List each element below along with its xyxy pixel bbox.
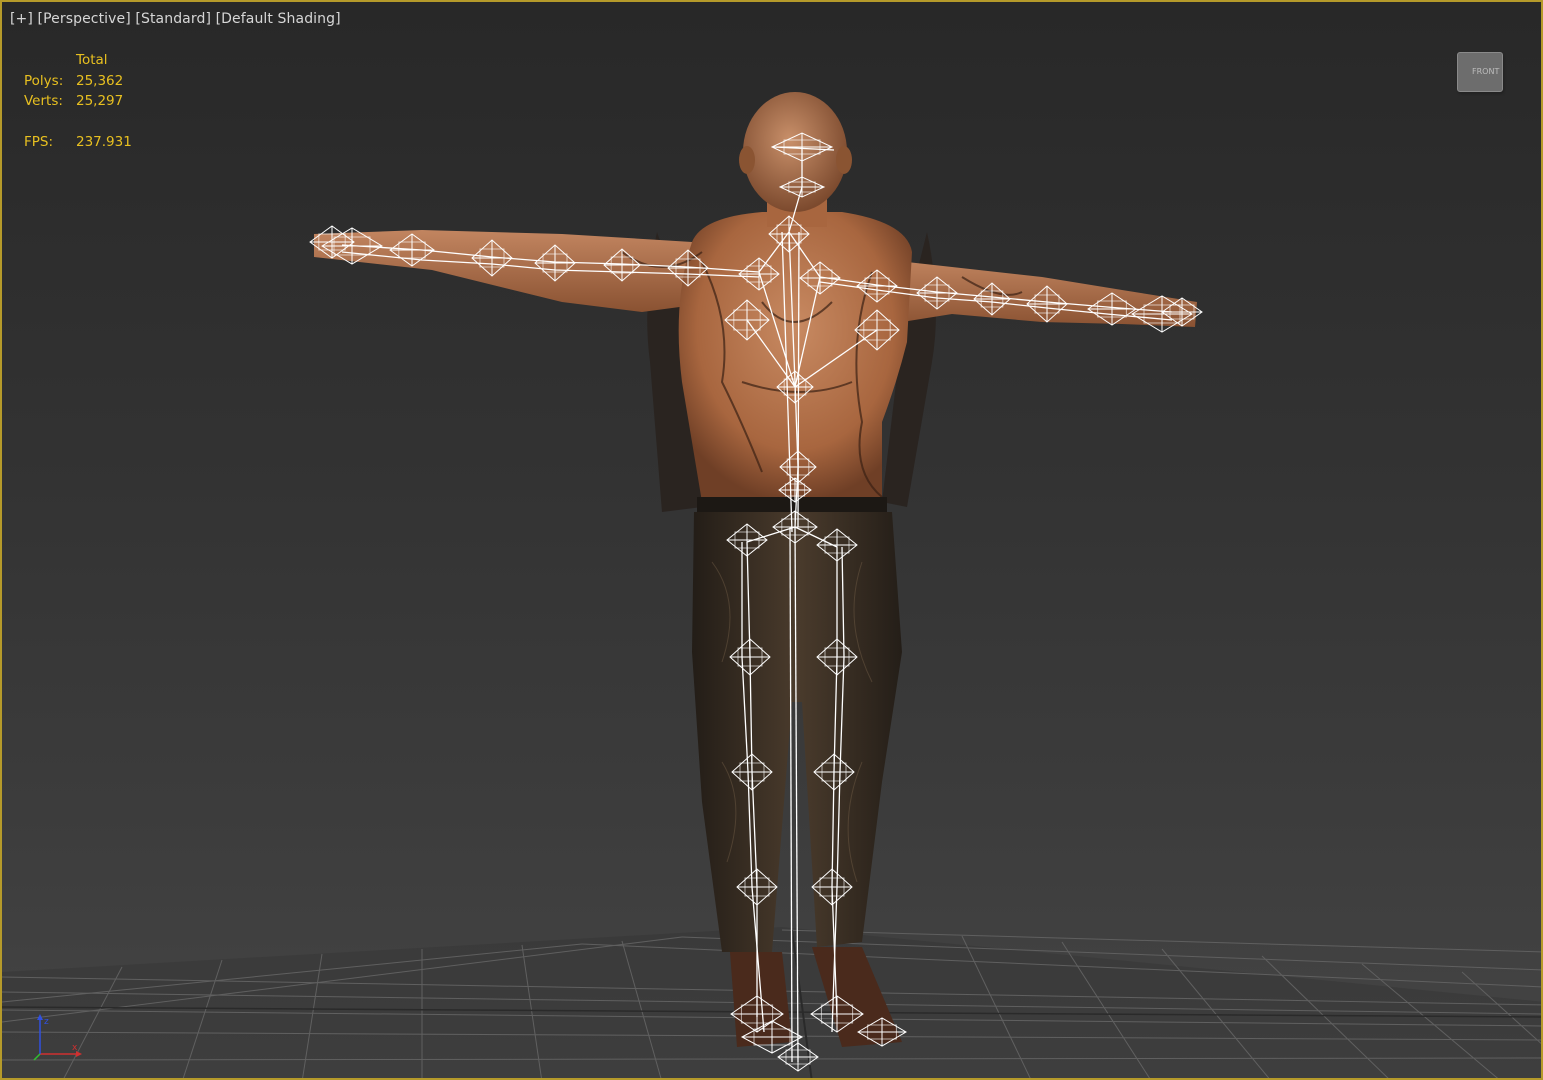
viewcube-face-label: FRONT — [1472, 67, 1500, 76]
viewport-label[interactable]: [+] [Perspective] [Standard] [Default Sh… — [10, 11, 341, 27]
stats-row-fps: FPS: 237.931 — [24, 132, 132, 153]
stats-total-header: Total — [76, 52, 108, 68]
viewport-menu-perspective[interactable]: [Perspective] — [38, 11, 131, 27]
viewport-perspective[interactable]: [+] [Perspective] [Standard] [Default Sh… — [0, 0, 1543, 1080]
stats-fps-value: 237.931 — [76, 133, 132, 150]
viewport-menu-plus[interactable]: [+] — [10, 11, 33, 27]
svg-text:x: x — [72, 1043, 78, 1053]
svg-text:z: z — [44, 1017, 49, 1027]
viewport-menu-shading[interactable]: [Default Shading] — [216, 11, 341, 27]
stats-polys-value: 25,362 — [76, 72, 124, 89]
stats-fps-label: FPS: — [24, 133, 54, 150]
viewcube-front-face[interactable]: FRONT — [1457, 52, 1503, 92]
viewport-menu-standard[interactable]: [Standard] — [135, 11, 211, 27]
stats-verts-value: 25,297 — [76, 93, 124, 109]
stats-polys-label: Polys: — [24, 72, 64, 89]
scene-canvas[interactable] — [2, 2, 1543, 1080]
stats-row-polys: Polys: 25,362 — [24, 71, 132, 92]
stats-row-verts: Verts: 25,297 — [24, 91, 132, 112]
statistics-overlay: Total Polys: 25,362 Verts: 25,297 FPS: 2… — [24, 50, 132, 152]
stats-verts-label: Verts: — [24, 93, 63, 109]
axis-gizmo-icon: z x — [33, 1014, 82, 1061]
viewcube-icon[interactable]: FRONT — [1457, 52, 1503, 92]
